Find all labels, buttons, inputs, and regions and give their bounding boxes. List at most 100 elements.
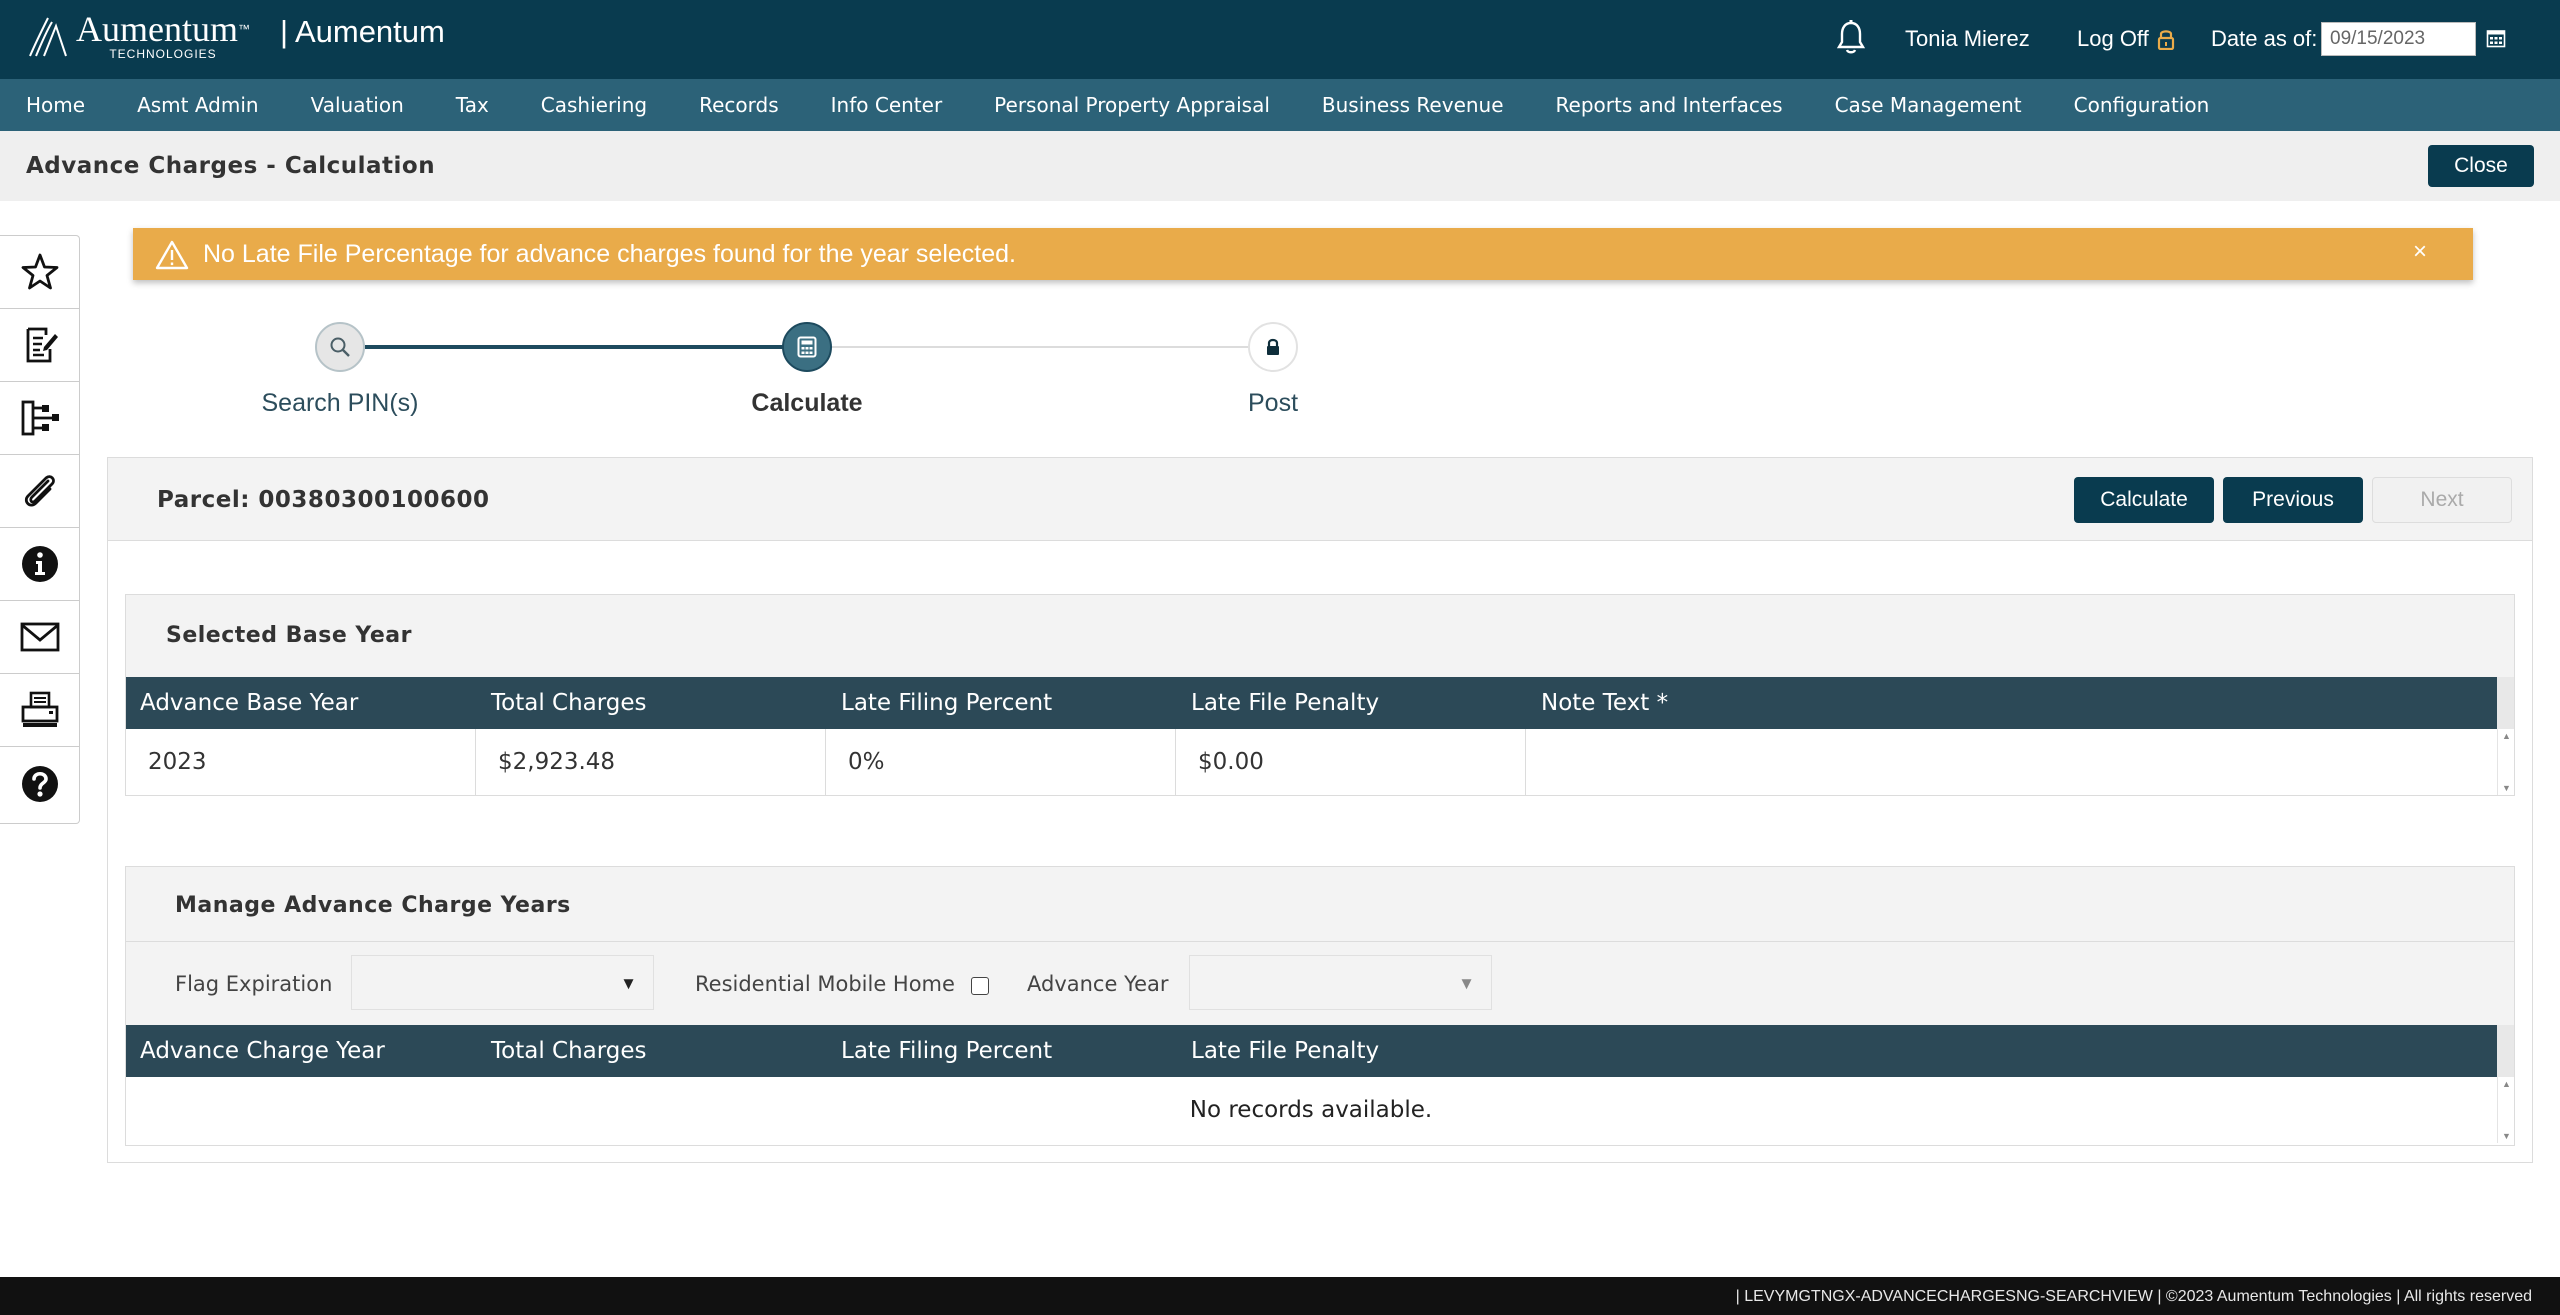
step-calculate-label: Calculate [751, 389, 863, 417]
warning-alert: No Late File Percentage for advance char… [133, 228, 2473, 280]
alert-dismiss-button[interactable]: × [2413, 238, 2427, 266]
nav-valuation[interactable]: Valuation [311, 93, 404, 117]
user-name[interactable]: Tonia Mierez [1905, 26, 2030, 52]
header-scroll-spacer [2497, 677, 2514, 729]
cell-late-file-penalty: $0.00 [1176, 729, 1526, 795]
residential-mobile-home-checkbox[interactable] [971, 977, 989, 995]
sidebar-hierarchy[interactable] [0, 382, 79, 455]
step-search-circle[interactable] [315, 322, 365, 372]
sidebar-favorites[interactable] [0, 236, 79, 309]
sidebar-help[interactable] [0, 747, 79, 820]
step-search-label: Search PIN(s) [261, 389, 419, 417]
nav-business-revenue[interactable]: Business Revenue [1322, 93, 1504, 117]
column-header[interactable]: Late File Penalty [1191, 690, 1379, 716]
advance-year-label: Advance Year [1027, 972, 1169, 996]
sidebar-print[interactable] [0, 674, 79, 747]
manage-advance-charge-years-section: Manage Advance Charge Years Flag Expirat… [125, 866, 2515, 1146]
cell-note-text[interactable] [1526, 729, 2497, 795]
manage-years-header: Manage Advance Charge Years [126, 867, 2514, 942]
page-title-bar: Advance Charges - Calculation Close [0, 131, 2560, 201]
nav-configuration[interactable]: Configuration [2074, 93, 2210, 117]
sidebar-attachments[interactable] [0, 455, 79, 528]
sidebar-notes[interactable] [0, 309, 79, 382]
header-scroll-spacer [2497, 1025, 2514, 1077]
top-header: Aumentum™ TECHNOLOGIES | Aumentum Tonia … [0, 0, 2560, 79]
column-header[interactable]: Total Charges [491, 690, 647, 716]
calendar-icon[interactable] [2486, 28, 2506, 48]
nav-reports-and-interfaces[interactable]: Reports and Interfaces [1556, 93, 1783, 117]
log-off-link[interactable]: Log Off [2077, 26, 2175, 52]
flag-expiration-select[interactable]: ▼ [351, 955, 654, 1010]
mail-icon [20, 622, 59, 652]
nav-cashiering[interactable]: Cashiering [541, 93, 647, 117]
info-icon [21, 546, 58, 582]
chevron-down-icon: ▼ [1458, 974, 1475, 993]
calculate-button[interactable]: Calculate [2074, 477, 2214, 523]
nav-info-center[interactable]: Info Center [831, 93, 943, 117]
empty-grid-body: No records available. ▲ ▼ [126, 1077, 2514, 1143]
lock-icon [1267, 338, 1279, 355]
hierarchy-icon [21, 400, 59, 436]
stepper-progress-line [365, 345, 807, 349]
section-title: Manage Advance Charge Years [175, 893, 571, 918]
main-nav: Home Asmt Admin Valuation Tax Cashiering… [0, 79, 2560, 131]
left-sidebar [0, 235, 80, 824]
column-header[interactable]: Note Text * [1541, 690, 1668, 716]
column-header[interactable]: Late Filing Percent [841, 690, 1052, 716]
sidebar-mail[interactable] [0, 601, 79, 674]
column-header[interactable]: Late File Penalty [1191, 1038, 1379, 1064]
column-header[interactable]: Advance Base Year [140, 690, 358, 716]
column-header[interactable]: Total Charges [491, 1038, 647, 1064]
nav-personal-property-appraisal[interactable]: Personal Property Appraisal [994, 93, 1270, 117]
grid-scrollbar[interactable]: ▲ ▼ [2497, 729, 2514, 795]
advance-year-select[interactable]: ▼ [1189, 955, 1492, 1010]
help-icon [21, 765, 58, 802]
logo-mark-icon [29, 17, 67, 57]
residential-mobile-home-label: Residential Mobile Home [695, 972, 955, 996]
grid-scrollbar[interactable]: ▲ ▼ [2497, 1077, 2514, 1143]
column-header[interactable]: Late Filing Percent [841, 1038, 1052, 1064]
advance-years-grid-header: Advance Charge Year Total Charges Late F… [126, 1025, 2514, 1077]
lock-icon [2157, 30, 2174, 50]
parcel-label: Parcel: 00380300100600 [157, 487, 490, 513]
next-button[interactable]: Next [2372, 477, 2512, 523]
alert-message: No Late File Percentage for advance char… [203, 240, 1016, 268]
parcel-panel-header: Parcel: 00380300100600 Calculate Previou… [108, 458, 2532, 541]
nav-home[interactable]: Home [26, 93, 85, 117]
column-header[interactable]: Advance Charge Year [140, 1038, 385, 1064]
previous-button[interactable]: Previous [2223, 477, 2363, 523]
nav-case-management[interactable]: Case Management [1835, 93, 2022, 117]
selected-base-year-section: Selected Base Year Advance Base Year Tot… [125, 594, 2515, 796]
cell-total-charges: $2,923.48 [476, 729, 826, 795]
close-button[interactable]: Close [2428, 145, 2534, 187]
section-title: Selected Base Year [166, 623, 412, 648]
nav-tax[interactable]: Tax [456, 93, 489, 117]
parcel-panel: Parcel: 00380300100600 Calculate Previou… [107, 457, 2533, 1163]
cell-advance-base-year: 2023 [126, 729, 476, 795]
no-records-message: No records available. [1189, 1097, 1433, 1123]
print-icon [21, 691, 58, 727]
selected-base-year-header: Selected Base Year [126, 595, 2514, 677]
aumentum-logo[interactable]: Aumentum™ TECHNOLOGIES [26, 10, 250, 62]
table-row[interactable]: 2023 $2,923.48 0% $0.00 ▲ ▼ [126, 729, 2514, 795]
step-post-label: Post [1247, 389, 1299, 417]
nav-records[interactable]: Records [699, 93, 779, 117]
stepper-remaining-line [807, 346, 1273, 348]
sidebar-info[interactable] [0, 528, 79, 601]
logo-wordmark: Aumentum™ TECHNOLOGIES [76, 11, 250, 61]
manage-years-filters: Flag Expiration ▼ Residential Mobile Hom… [126, 942, 2514, 1025]
logo-sub-text: TECHNOLOGIES [109, 47, 217, 61]
date-as-of-input[interactable]: 09/15/2023 [2321, 22, 2476, 56]
star-icon [21, 253, 58, 290]
base-year-grid-header: Advance Base Year Total Charges Late Fil… [126, 677, 2514, 729]
step-post-circle[interactable] [1248, 322, 1298, 372]
notifications-bell-icon[interactable] [1836, 20, 1866, 56]
step-calculate-circle[interactable] [782, 322, 832, 372]
calculator-icon [797, 336, 817, 358]
warning-icon [155, 240, 189, 270]
app-name: | Aumentum [280, 14, 445, 49]
logo-main-text: Aumentum™ [76, 9, 250, 49]
nav-asmt-admin[interactable]: Asmt Admin [137, 93, 259, 117]
date-as-of-label: Date as of: [2211, 26, 2318, 51]
paperclip-icon [24, 475, 55, 507]
